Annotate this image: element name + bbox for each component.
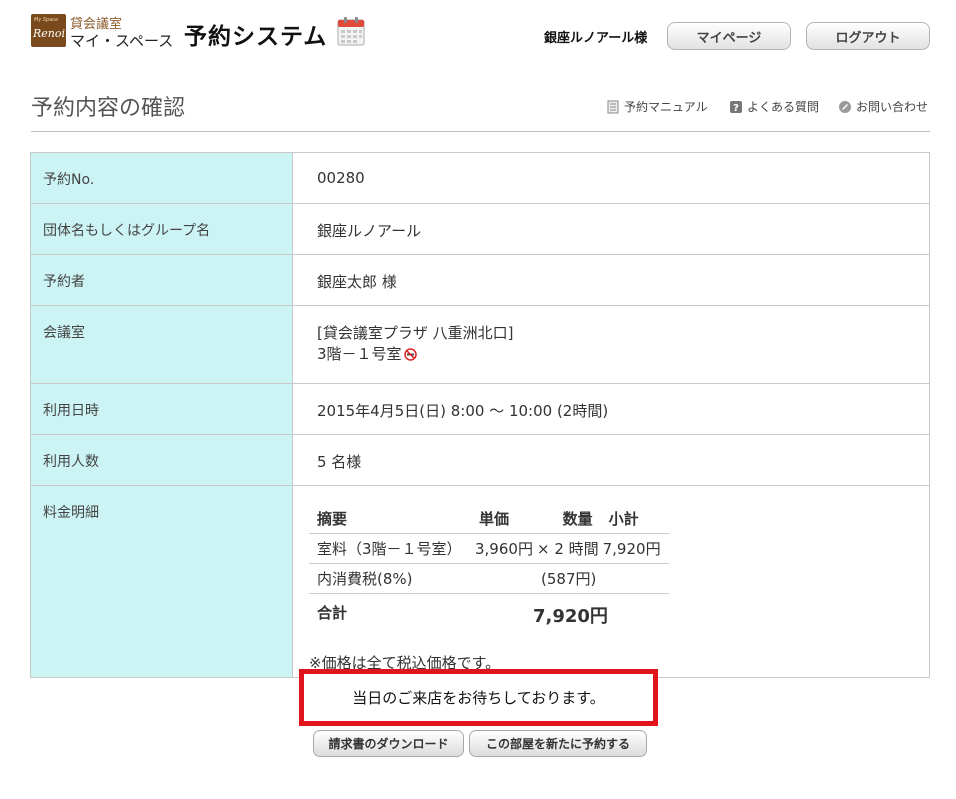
reservation-table: 予約No. 00280 団体名もしくはグループ名 銀座ルノアール 予約者 銀座太… — [30, 152, 930, 678]
fee-item-desc: 室料（3階－１号室） — [309, 533, 471, 564]
fee-tax-value: (587円) — [471, 563, 669, 594]
logout-button[interactable]: ログアウト — [806, 22, 930, 50]
fee-item-qty-cell: × 2 時間 — [536, 533, 601, 564]
table-row: 会議室 [貸会議室プラザ 八重洲北口] 3階－１号室 — [30, 305, 930, 384]
group-name-value: 銀座ルノアール — [292, 203, 930, 255]
no-smoking-icon — [403, 348, 417, 361]
datetime-value: 2015年4月5日(日) 8:00 ～ 10:00 (2時間) — [292, 383, 930, 435]
title-divider — [31, 131, 930, 132]
fee-header-desc: 摘要 — [309, 504, 471, 534]
table-row: 予約No. 00280 — [30, 152, 930, 204]
reservation-no-value: 00280 — [292, 152, 930, 204]
room-number: 3階－１号室 — [317, 345, 402, 363]
fee-item-times: × — [536, 540, 550, 558]
welcome-notice-text: 当日のご来店をお待ちしております。 — [352, 689, 605, 707]
fee-total-value: 7,920円 — [533, 606, 608, 627]
brand-logo[interactable]: My Space Renoir — [31, 14, 66, 47]
logo-top-text: My Space — [34, 17, 59, 23]
fee-header-qty: 数量 — [536, 504, 601, 534]
table-row: 利用日時 2015年4月5日(日) 8:00 ～ 10:00 (2時間) — [30, 383, 930, 435]
calendar-icon — [337, 17, 365, 46]
fee-header-subtotal: 小計 — [600, 504, 669, 534]
page-title: 予約内容の確認 — [31, 96, 186, 121]
room-number-line: 3階－１号室 — [317, 343, 929, 364]
fee-total-label: 合計 — [317, 604, 348, 622]
table-row: 利用人数 5 名様 — [30, 434, 930, 486]
datetime-label: 利用日時 — [30, 383, 293, 435]
faq-link[interactable]: ? よくある質問 — [729, 98, 819, 115]
room-label: 会議室 — [30, 305, 293, 384]
fee-label: 料金明細 — [30, 485, 293, 678]
people-value: 5 名様 — [292, 434, 930, 486]
mypage-button[interactable]: マイページ — [667, 22, 791, 50]
invoice-download-button[interactable]: 請求書のダウンロード — [313, 730, 464, 757]
table-row: 予約者 銀座太郎 様 — [30, 254, 930, 306]
room-location: [貸会議室プラザ 八重洲北口] — [317, 324, 514, 342]
room-value: [貸会議室プラザ 八重洲北口] 3階－１号室 — [292, 305, 930, 384]
fee-item-qty: 2 時間 — [554, 540, 599, 558]
fee-table: 摘要 単価 数量 小計 室料（3階－１号室） 3,960円 × 2 時間 7,9… — [309, 504, 669, 632]
fee-header-unit: 単価 — [471, 504, 537, 534]
manual-link[interactable]: 予約マニュアル — [606, 98, 708, 115]
fee-tax-desc: 内消費税(8%) — [309, 563, 471, 594]
logo-script-text: Renoir — [33, 27, 66, 40]
reservation-no-label: 予約No. — [30, 152, 293, 204]
rebook-room-button[interactable]: この部屋を新たに予約する — [469, 730, 647, 757]
people-label: 利用人数 — [30, 434, 293, 486]
manual-icon — [607, 100, 619, 113]
brand-name: マイ・スペース — [70, 32, 174, 50]
faq-link-label: よくある質問 — [747, 100, 820, 114]
group-name-label: 団体名もしくはグループ名 — [30, 203, 293, 255]
system-title: 予約システム — [184, 24, 328, 50]
reserver-value: 銀座太郎 様 — [292, 254, 930, 306]
question-icon: ? — [730, 100, 742, 114]
fee-item-subtotal: 7,920円 — [600, 533, 669, 564]
svg-text:?: ? — [733, 103, 739, 114]
welcome-notice: 当日のご来店をお待ちしております。 — [299, 669, 658, 726]
table-row: 料金明細 摘要 単価 数量 小計 室料（3階－１号室） 3,960円 × 2 時… — [30, 485, 930, 678]
user-name: 銀座ルノアール様 — [544, 31, 648, 46]
fee-item-unit: 3,960円 — [471, 533, 537, 564]
contact-link[interactable]: お問い合わせ — [838, 98, 928, 115]
manual-link-label: 予約マニュアル — [624, 100, 708, 114]
fee-detail: 摘要 単価 数量 小計 室料（3階－１号室） 3,960円 × 2 時間 7,9… — [292, 485, 930, 678]
table-row: 団体名もしくはグループ名 銀座ルノアール — [30, 203, 930, 255]
reserver-label: 予約者 — [30, 254, 293, 306]
contact-icon — [839, 100, 851, 113]
contact-link-label: お問い合わせ — [856, 100, 929, 114]
